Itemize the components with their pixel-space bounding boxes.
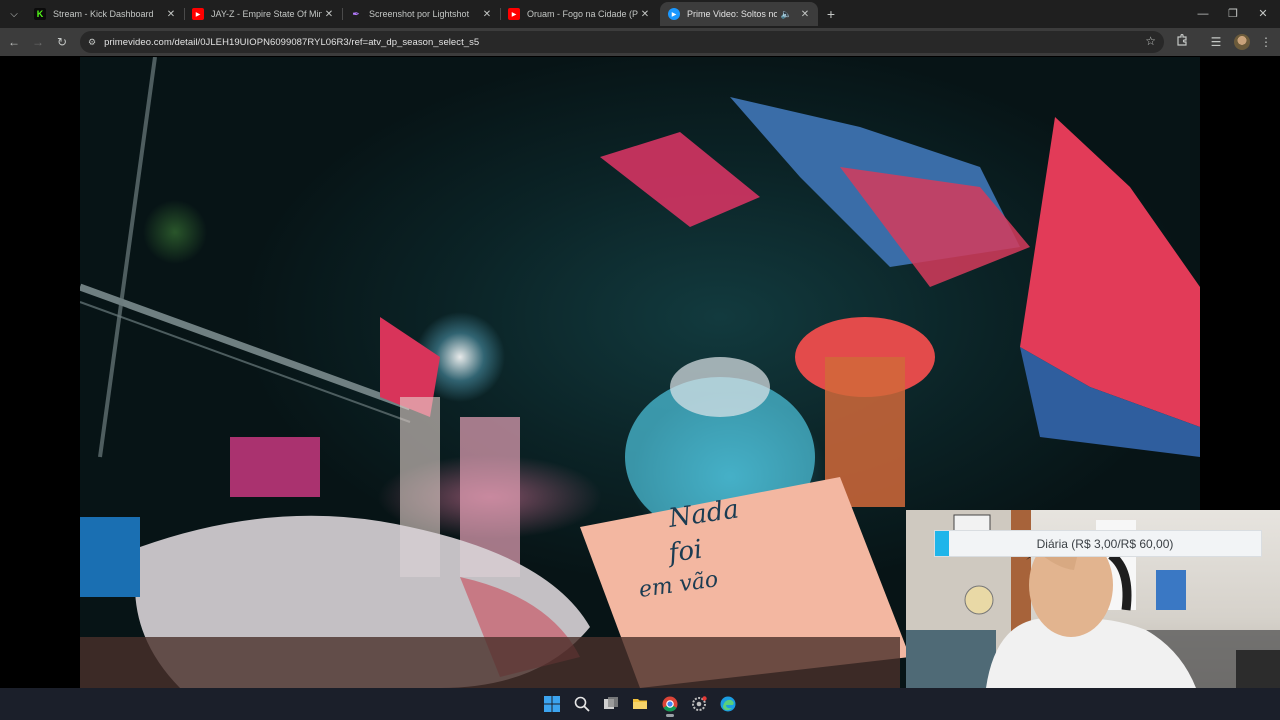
extensions-button[interactable] <box>1172 32 1192 52</box>
plus-icon: + <box>826 6 836 22</box>
url-text: primevideo.com/detail/0JLEH19UIOPN609908… <box>104 36 480 48</box>
browser-toolbar: ← → ↻ ⚙ primevideo.com/detail/0JLEH19UIO… <box>0 28 1280 56</box>
media-control-icon: ☰ <box>1210 35 1222 49</box>
settings-taskbar-button[interactable] <box>687 692 711 716</box>
arrow-left-icon: ← <box>8 35 20 49</box>
youtube-icon: ▶ <box>508 8 520 20</box>
back-button[interactable]: ← <box>4 32 24 52</box>
star-icon[interactable]: ☆ <box>1145 34 1156 48</box>
restore-button[interactable]: ❐ <box>1218 0 1248 28</box>
stream-goal-overlay: Diária (R$ 3,00/R$ 60,00) <box>934 530 1262 557</box>
start-button[interactable] <box>540 692 564 716</box>
tab-kick-dashboard[interactable]: K Stream - Kick Dashboard ✕ <box>26 2 184 26</box>
close-icon[interactable]: ✕ <box>638 9 652 20</box>
avatar[interactable] <box>1234 34 1250 50</box>
tab-strip: ⌵ K Stream - Kick Dashboard ✕ ▶ JAY-Z - … <box>0 0 1280 28</box>
chrome-icon <box>662 696 678 712</box>
taskbar-search-button[interactable] <box>570 692 594 716</box>
tab-title: JAY-Z - Empire State Of Mind ft <box>211 9 322 19</box>
restore-icon: ❐ <box>1228 8 1238 20</box>
chevron-down-icon: ⌵ <box>10 8 18 20</box>
settings-icon <box>692 696 707 711</box>
tab-lightshot[interactable]: ✒ Screenshot por Lightshot ✕ <box>342 2 500 26</box>
task-view-icon <box>604 697 618 709</box>
close-icon[interactable]: ✕ <box>480 9 494 20</box>
tab-prime-video[interactable]: ▶ Prime Video: Soltos no Car 🔈 ✕ <box>660 2 818 26</box>
edge-taskbar-button[interactable] <box>716 692 740 716</box>
media-control-button[interactable]: ☰ <box>1206 32 1226 52</box>
close-icon[interactable]: ✕ <box>798 9 812 20</box>
windows-start-icon <box>544 696 560 712</box>
kebab-menu-icon: ⋮ <box>1260 35 1272 49</box>
tab-title: Oruam - Fogo na Cidade (Prod <box>527 9 638 19</box>
youtube-icon: ▶ <box>192 8 204 20</box>
search-icon <box>574 696 590 712</box>
close-icon: ✕ <box>1258 8 1268 20</box>
reload-icon: ↻ <box>56 35 68 49</box>
puzzle-icon <box>1176 33 1188 49</box>
task-view-button[interactable] <box>599 692 623 716</box>
kick-logo-icon: K <box>34 8 46 20</box>
tab-title: Stream - Kick Dashboard <box>53 9 154 19</box>
forward-button[interactable]: → <box>28 32 48 52</box>
new-tab-button[interactable]: + <box>821 4 841 24</box>
close-window-button[interactable]: ✕ <box>1248 0 1278 28</box>
file-explorer-icon <box>633 699 647 709</box>
minimize-icon: — <box>1197 8 1209 20</box>
address-bar[interactable]: ⚙ primevideo.com/detail/0JLEH19UIOPN6099… <box>80 31 1164 53</box>
tune-icon[interactable]: ⚙ <box>88 37 96 48</box>
overlay-accent <box>935 531 949 556</box>
windows-taskbar <box>0 688 1280 720</box>
tab-oruam[interactable]: ▶ Oruam - Fogo na Cidade (Prod ✕ <box>500 2 658 26</box>
prime-video-icon: ▶ <box>668 8 680 20</box>
tab-search-button[interactable]: ⌵ <box>4 4 24 24</box>
minimize-button[interactable]: — <box>1188 0 1218 28</box>
close-icon[interactable]: ✕ <box>322 9 336 20</box>
svg-text:foi: foi <box>665 535 704 570</box>
overlay-label: Diária (R$ 3,00/R$ 60,00) <box>1036 536 1174 551</box>
reload-button[interactable]: ↻ <box>52 32 72 52</box>
chrome-taskbar-button[interactable] <box>658 692 682 717</box>
edge-icon <box>720 696 736 712</box>
speaker-icon[interactable]: 🔈 <box>781 9 792 20</box>
tab-jayz[interactable]: ▶ JAY-Z - Empire State Of Mind ft ✕ <box>184 2 342 26</box>
tab-title: Prime Video: Soltos no Car <box>687 9 777 19</box>
menu-button[interactable]: ⋮ <box>1256 32 1276 52</box>
lightshot-feather-icon: ✒ <box>352 8 360 19</box>
tab-title: Screenshot por Lightshot <box>369 9 470 19</box>
file-explorer-button[interactable] <box>628 692 652 716</box>
close-icon[interactable]: ✕ <box>164 9 178 20</box>
arrow-right-icon: → <box>32 35 44 49</box>
page-content: Nada foi em vão Diária (R$ 3,00/R$ 60,00… <box>0 57 1280 688</box>
